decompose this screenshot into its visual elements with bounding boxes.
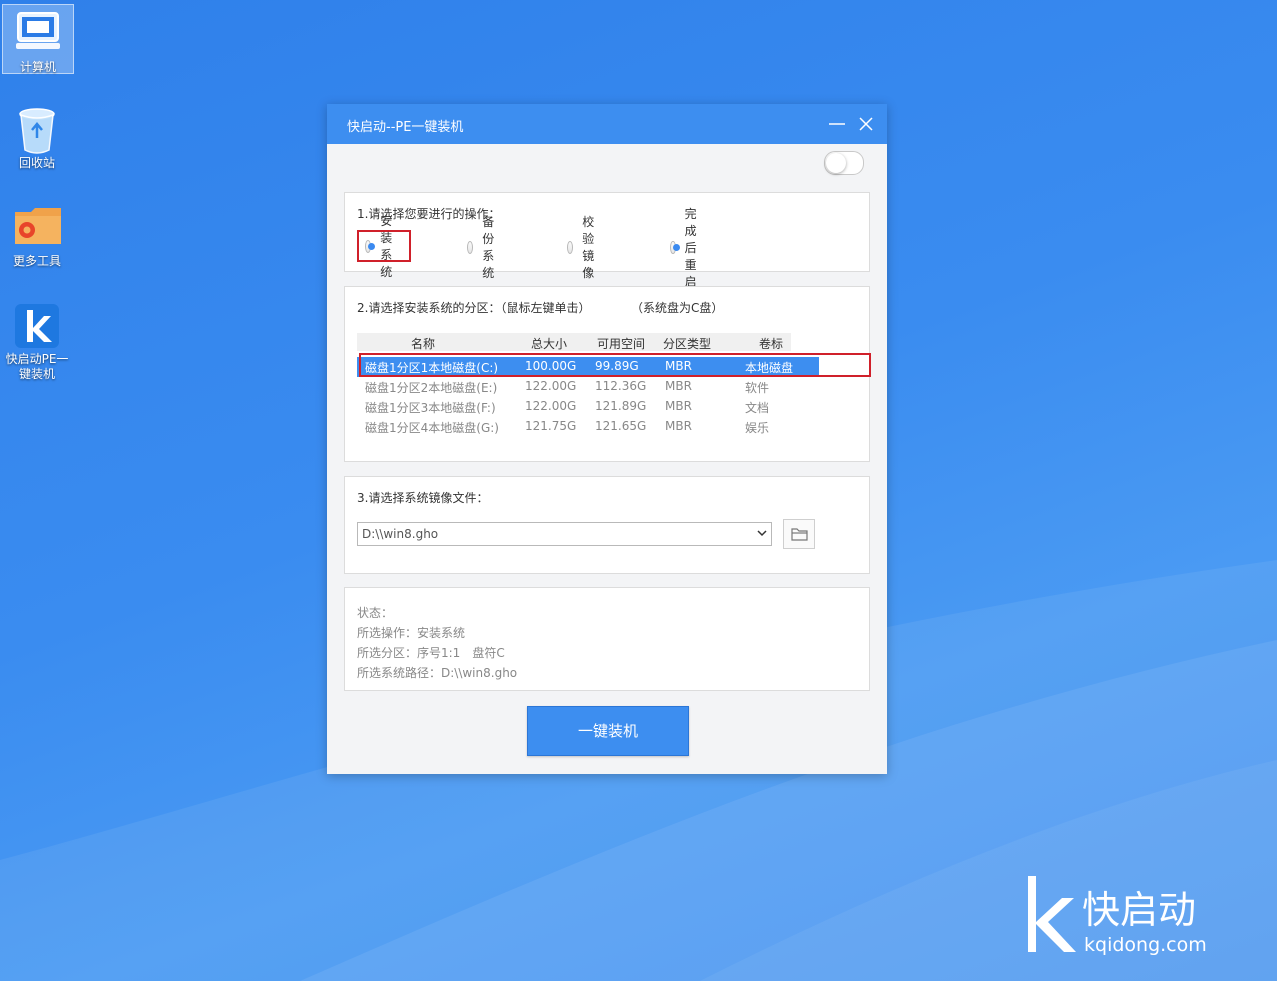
partition-type: MBR bbox=[665, 419, 692, 433]
status-image-path: 所选系统路径：D:\\win8.gho bbox=[357, 666, 518, 680]
column-header-name: 名称 bbox=[411, 337, 436, 351]
image-path-dropdown[interactable]: D:\\win8.gho bbox=[357, 522, 772, 546]
partition-name: 磁盘1分区4本地磁盘(G:) bbox=[365, 421, 499, 435]
radio-dot bbox=[670, 240, 680, 254]
status-panel: 状态： 所选操作：安装系统 所选分区：序号1:1 盘符C 所选系统路径：D:\\… bbox=[344, 587, 870, 691]
status-operation: 所选操作：安装系统 bbox=[357, 626, 466, 640]
one-click-install-button[interactable]: 一键装机 bbox=[527, 706, 689, 756]
partition-total: 122.00G bbox=[525, 379, 577, 393]
toggle-knob bbox=[826, 153, 846, 173]
minimize-button[interactable] bbox=[827, 114, 847, 134]
radio-label: 完成后重启 bbox=[684, 206, 697, 289]
operation-title: 1.请选择您要进行的操作： bbox=[357, 207, 501, 221]
column-header-free: 可用空间 bbox=[597, 337, 646, 351]
partition-free: 112.36G bbox=[595, 379, 647, 393]
desktop-icon-label: 快启动PE一键装机 bbox=[5, 352, 69, 381]
status-title: 状态： bbox=[357, 606, 394, 620]
partition-label: 文档 bbox=[745, 401, 770, 415]
close-button[interactable] bbox=[856, 114, 876, 134]
partition-label: 娱乐 bbox=[745, 421, 770, 435]
partition-type: MBR bbox=[665, 399, 692, 413]
partition-hint: （系统盘为C盘） bbox=[631, 301, 724, 315]
partition-label: 软件 bbox=[745, 381, 770, 395]
image-title: 3.请选择系统镜像文件： bbox=[357, 491, 489, 505]
radio-dot bbox=[467, 240, 474, 254]
radio-label: 安装系统 bbox=[380, 214, 393, 279]
radio-verify-image[interactable]: 校验镜像 bbox=[567, 215, 601, 280]
desktop-icon-computer[interactable]: 计算机 bbox=[2, 4, 74, 74]
partition-name: 磁盘1分区3本地磁盘(F:) bbox=[365, 401, 496, 415]
partition-row[interactable]: 磁盘1分区3本地磁盘(F:) 122.00G 121.89G MBR 文档 bbox=[357, 397, 817, 417]
window-title: 快启动--PE一键装机 bbox=[347, 120, 464, 135]
desktop-icon-label: 计算机 bbox=[19, 60, 56, 74]
radio-label: 备份系统 bbox=[482, 215, 495, 280]
settings-toggle[interactable] bbox=[824, 151, 864, 175]
partition-row[interactable]: 磁盘1分区2本地磁盘(E:) 122.00G 112.36G MBR 软件 bbox=[357, 377, 817, 397]
brand-watermark: 快启动 kqidong.com bbox=[1024, 872, 1224, 962]
operation-panel: 1.请选择您要进行的操作： 安装系统 备份系统 校验镜像 完成后重启 bbox=[344, 192, 870, 289]
column-header-type: 分区类型 bbox=[663, 337, 712, 351]
brand-url: kqidong.com bbox=[1084, 934, 1207, 956]
title-bar[interactable]: 快启动--PE一键装机 bbox=[327, 104, 887, 144]
folder-icon bbox=[791, 528, 808, 541]
pe-installer-window: 快启动--PE一键装机 1.请选择您要进行的操作： 安装系统 备份系统 校验镜像 bbox=[327, 104, 887, 774]
column-header-label: 卷标 bbox=[759, 337, 784, 351]
brand-name: 快启动 bbox=[1082, 888, 1197, 932]
partition-panel: 2.请选择安装系统的分区：（鼠标左键单击） （系统盘为C盘） 名称 总大小 可用… bbox=[344, 286, 871, 462]
column-header-total: 总大小 bbox=[531, 337, 568, 351]
close-icon bbox=[859, 117, 873, 131]
desktop-icon-kuaiqidong[interactable]: 快启动PE一键装机 bbox=[2, 296, 72, 382]
partition-type: MBR bbox=[665, 379, 692, 393]
radio-install-system[interactable]: 安装系统 bbox=[357, 214, 412, 279]
status-partition: 所选分区：序号1:1 盘符C bbox=[357, 646, 505, 660]
computer-icon bbox=[14, 10, 62, 58]
radio-dot bbox=[567, 240, 574, 254]
partition-free: 121.89G bbox=[595, 399, 647, 413]
partition-total: 122.00G bbox=[525, 399, 577, 413]
partition-free: 121.65G bbox=[595, 419, 647, 433]
desktop-icon-tools[interactable]: 更多工具 bbox=[2, 198, 72, 269]
desktop-icon-label: 回收站 bbox=[18, 156, 55, 170]
kuaiqidong-app-icon bbox=[13, 302, 61, 350]
desktop-icon-recycle-bin[interactable]: 回收站 bbox=[2, 100, 72, 171]
minimize-icon bbox=[829, 123, 845, 125]
browse-button[interactable] bbox=[783, 519, 815, 549]
brand-k-logo bbox=[1028, 876, 1076, 952]
partition-name: 磁盘1分区2本地磁盘(E:) bbox=[365, 381, 498, 395]
selected-partition-highlight bbox=[359, 353, 871, 377]
radio-backup-system[interactable]: 备份系统 bbox=[467, 215, 501, 280]
chevron-down-icon bbox=[757, 530, 767, 537]
partition-title: 2.请选择安装系统的分区：（鼠标左键单击） bbox=[357, 301, 591, 315]
image-panel: 3.请选择系统镜像文件： D:\\win8.gho bbox=[344, 476, 870, 574]
desktop-icon-label: 更多工具 bbox=[12, 254, 61, 268]
radio-restart-after[interactable]: 完成后重启 bbox=[670, 207, 704, 289]
partition-row[interactable]: 磁盘1分区4本地磁盘(G:) 121.75G 121.65G MBR 娱乐 bbox=[357, 417, 817, 437]
recycle-bin-icon bbox=[13, 106, 61, 154]
partition-table-header: 名称 总大小 可用空间 分区类型 卷标 bbox=[357, 333, 791, 351]
radio-dot bbox=[365, 239, 376, 253]
image-path-value: D:\\win8.gho bbox=[362, 527, 439, 541]
partition-total: 121.75G bbox=[525, 419, 577, 433]
radio-label: 校验镜像 bbox=[582, 215, 595, 280]
tools-folder-icon bbox=[13, 204, 61, 252]
